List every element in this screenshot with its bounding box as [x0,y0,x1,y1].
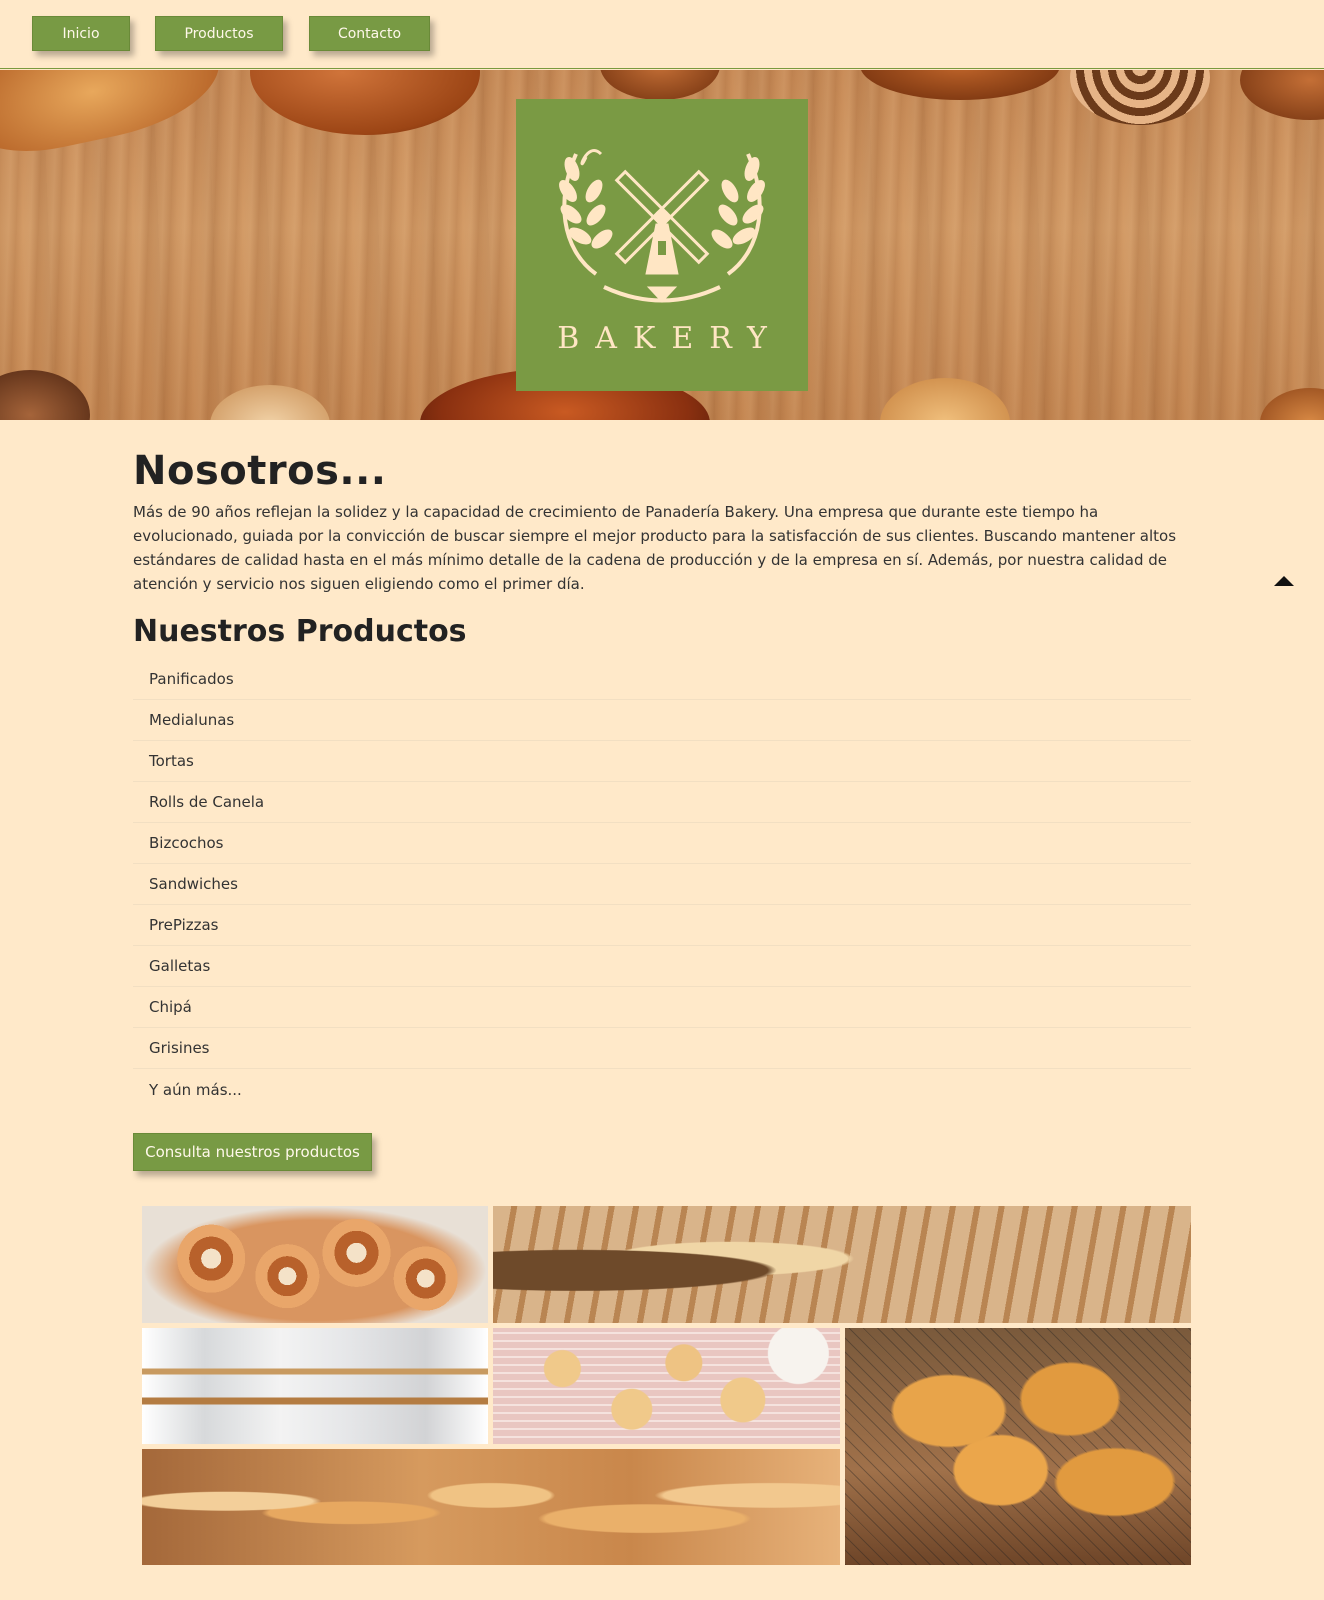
logo-text: BAKERY [557,321,783,356]
windmill-wheat-logo-icon [559,149,765,303]
scroll-to-top-icon[interactable] [1274,576,1294,586]
product-item[interactable]: Medialunas [133,700,1191,741]
pastry-decoration [880,378,1010,420]
bakery-logo: BAKERY [516,99,808,391]
pastry-decoration [0,70,230,166]
product-item[interactable]: Sandwiches [133,864,1191,905]
croissants-image [845,1328,1191,1565]
top-navigation: Inicio Productos Contacto [0,0,1324,69]
pastry-decoration [1070,70,1210,125]
product-item[interactable]: Chipá [133,987,1191,1028]
pastry-decoration [860,70,1060,100]
product-item[interactable]: Rolls de Canela [133,782,1191,823]
hero-banner: BAKERY [0,70,1324,420]
consult-products-button[interactable]: Consulta nuestros productos [133,1133,372,1171]
product-item[interactable]: Tortas [133,741,1191,782]
pastry-decoration [1240,70,1324,120]
pastry-decoration [600,70,720,100]
bread-loaves-image [493,1206,1191,1323]
nav-productos-button[interactable]: Productos [155,16,283,51]
product-item[interactable]: PrePizzas [133,905,1191,946]
pastry-decoration [0,370,90,420]
pastry-decoration [210,385,330,420]
product-item[interactable]: Galletas [133,946,1191,987]
product-item[interactable]: Bizcochos [133,823,1191,864]
cookies-image [493,1328,840,1444]
products-list: Panificados Medialunas Tortas Rolls de C… [133,659,1191,1110]
about-paragraph: Más de 90 años reflejan la solidez y la … [133,503,1177,593]
pastry-decoration [250,70,480,135]
nav-contacto-button[interactable]: Contacto [309,16,430,51]
products-title: Nuestros Productos [133,614,467,649]
product-item[interactable]: Y aún más... [133,1069,1191,1110]
nav-inicio-button[interactable]: Inicio [32,16,130,51]
cinnamon-rolls-image [142,1206,488,1323]
pastry-decoration [1260,388,1324,420]
bakery-interior-image [142,1328,488,1444]
about-title: Nosotros... [133,448,387,494]
assorted-breads-image [142,1449,840,1565]
product-item[interactable]: Grisines [133,1028,1191,1069]
product-item[interactable]: Panificados [133,659,1191,700]
